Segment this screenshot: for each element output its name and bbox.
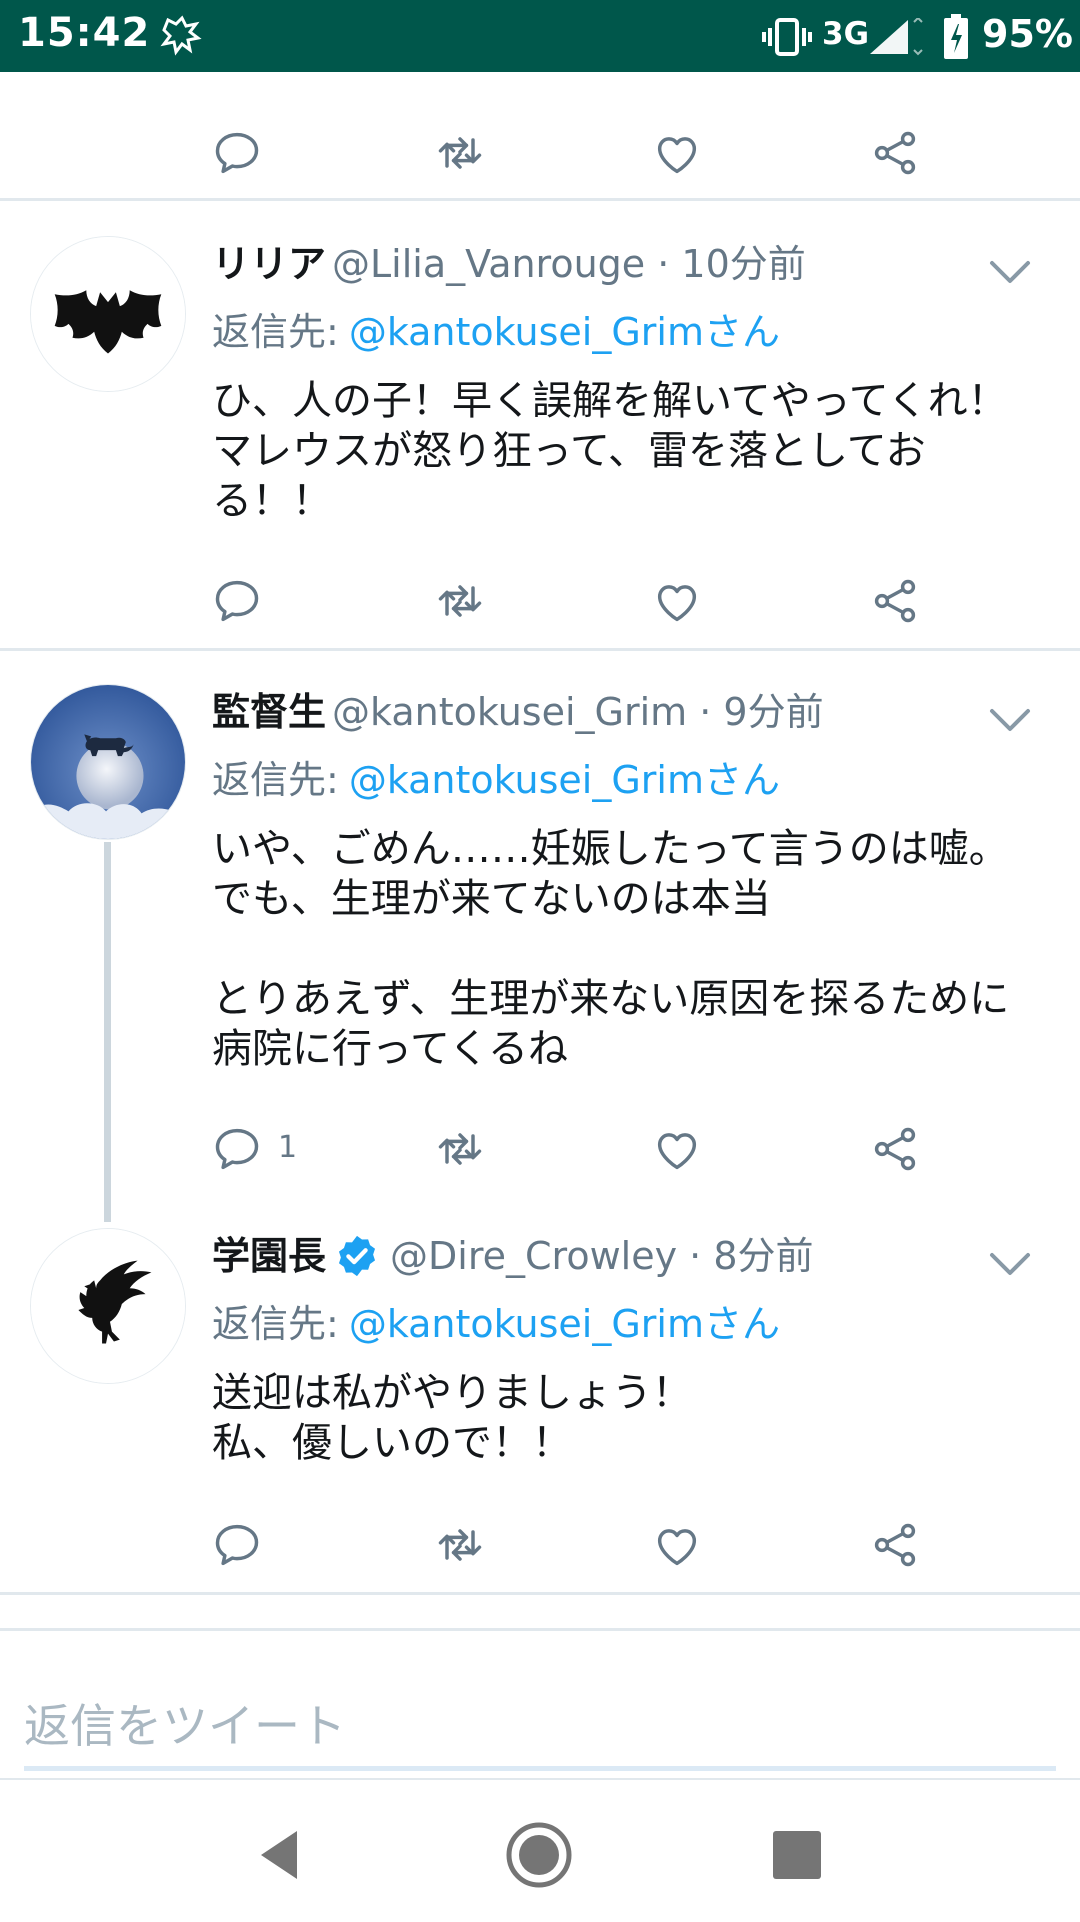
handle-time: @Lilia_Vanrouge · 10分前 [332, 242, 806, 286]
heart-icon [651, 1123, 703, 1175]
recents-icon [773, 1831, 821, 1879]
like-button[interactable] [642, 1114, 712, 1184]
like-button[interactable] [642, 566, 712, 636]
back-button[interactable] [236, 1810, 326, 1900]
mention-link[interactable]: @kantokusei_Grimさん [349, 310, 780, 354]
home-button[interactable] [494, 1810, 584, 1900]
display-name[interactable]: リリア [212, 242, 326, 286]
retweet-icon [434, 1123, 486, 1175]
chevron-down-icon[interactable] [988, 258, 1032, 286]
vibrate-icon [762, 18, 812, 56]
bat-avatar-icon [31, 237, 185, 391]
reply-prefix: 返信先: [212, 310, 339, 354]
divider [0, 198, 1080, 201]
network-type: 3G [822, 16, 870, 52]
heart-icon [651, 575, 703, 627]
reply-button[interactable] [202, 118, 272, 188]
reply-icon [211, 1519, 263, 1571]
handle-time: @kantokusei_Grim · 9分前 [332, 690, 824, 734]
chevron-down-icon[interactable] [988, 1250, 1032, 1278]
retweet-icon [434, 575, 486, 627]
heart-icon [651, 1519, 703, 1571]
like-button[interactable] [642, 1510, 712, 1580]
share-button[interactable] [860, 566, 930, 636]
system-nav-bar [0, 1778, 1080, 1922]
tweet-text: ひ、人の子！早く誤解を解いてやってくれ！ マレウスが怒り狂って、雷を落としてお … [212, 378, 1008, 524]
reply-tweet-input[interactable]: 返信をツイート [24, 1690, 346, 1756]
back-icon [261, 1831, 297, 1879]
retweet-button[interactable] [425, 566, 495, 636]
retweet-icon [434, 127, 486, 179]
share-button[interactable] [860, 1510, 930, 1580]
reply-icon [211, 575, 263, 627]
reply-prefix: 返信先: [212, 1302, 339, 1346]
tweet-header: 学園長 @Dire_Crowley · 8分前 [212, 1228, 814, 1284]
like-button[interactable] [642, 118, 712, 188]
tweet-actions [0, 118, 1080, 188]
reply-button[interactable] [202, 1114, 272, 1184]
reply-icon [211, 127, 263, 179]
tweet-header: 監督生 @kantokusei_Grim · 9分前 [212, 684, 824, 740]
battery-charging-icon [944, 14, 968, 59]
avatar[interactable] [30, 1228, 186, 1384]
reply-prefix: 返信先: [212, 758, 339, 802]
reply-icon [211, 1123, 263, 1175]
share-button[interactable] [860, 1114, 930, 1184]
avatar[interactable] [30, 236, 186, 392]
share-icon [869, 575, 921, 627]
mention-link[interactable]: @kantokusei_Grimさん [349, 758, 780, 802]
recents-button[interactable] [752, 1810, 842, 1900]
notification-icon [160, 15, 202, 56]
reply-input-underline [24, 1766, 1056, 1771]
divider [0, 1628, 1080, 1631]
retweet-button[interactable] [425, 118, 495, 188]
reply-context: 返信先: @kantokusei_Grimさん [212, 752, 780, 808]
tweet-text: いや、ごめん……妊娠したって言うのは嘘。 でも、生理が来てないのは本当 とりあえ… [212, 826, 1010, 1072]
tweet-actions: 1 [0, 1114, 1080, 1184]
share-button[interactable] [860, 118, 930, 188]
tweet-actions [0, 1510, 1080, 1580]
reply-context: 返信先: @kantokusei_Grimさん [212, 304, 780, 360]
reply-count: 1 [278, 1130, 298, 1165]
cat-moon-avatar-icon [31, 685, 185, 839]
tweet-header: リリア @Lilia_Vanrouge · 10分前 [212, 236, 806, 292]
heart-icon [651, 127, 703, 179]
retweet-button[interactable] [425, 1510, 495, 1580]
share-icon [869, 1123, 921, 1175]
display-name[interactable]: 学園長 [212, 1234, 326, 1278]
divider [0, 1592, 1080, 1595]
share-icon [869, 1519, 921, 1571]
divider [0, 648, 1080, 651]
avatar[interactable] [30, 684, 186, 840]
home-icon [506, 1822, 572, 1888]
chevron-down-icon[interactable] [988, 706, 1032, 734]
display-name[interactable]: 監督生 [212, 690, 326, 734]
retweet-button[interactable] [425, 1114, 495, 1184]
reply-context: 返信先: @kantokusei_Grimさん [212, 1296, 780, 1352]
battery-percent: 95% [982, 12, 1073, 56]
verified-badge-icon [338, 1235, 376, 1276]
status-time: 15:42 [18, 10, 151, 56]
tweet-text: 送迎は私がやりましょう！ 私、優しいので！！ [212, 1370, 692, 1466]
tweet-actions [0, 566, 1080, 636]
crow-avatar-icon [31, 1229, 185, 1383]
handle-time: @Dire_Crowley · 8分前 [390, 1234, 814, 1278]
reply-button[interactable] [202, 1510, 272, 1580]
share-icon [869, 127, 921, 179]
signal-icon [870, 18, 923, 56]
retweet-icon [434, 1519, 486, 1571]
reply-button[interactable] [202, 566, 272, 636]
status-bar: 15:42 3G 95% [0, 0, 1080, 72]
mention-link[interactable]: @kantokusei_Grimさん [349, 1302, 780, 1346]
